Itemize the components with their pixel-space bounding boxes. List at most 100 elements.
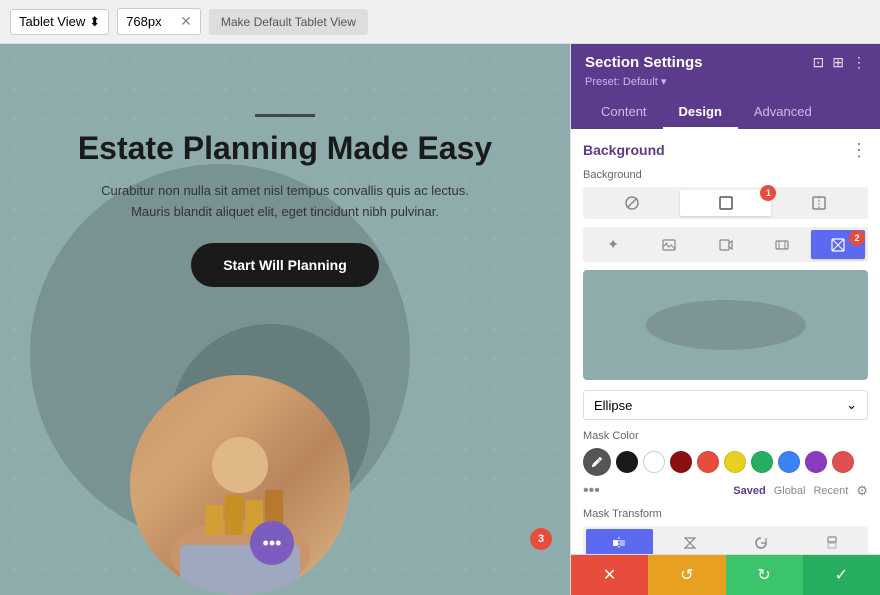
background-field-label: Background [583,169,868,181]
mask-preview [583,270,868,380]
shape-dropdown[interactable]: Ellipse ⌄ [583,390,868,420]
bg-type-pattern-button[interactable]: ✦ [586,230,640,259]
transform-buttons [583,526,868,554]
bg-btn-slideshow-wrapper [755,230,809,259]
view-selector[interactable]: Tablet View ⬍ [10,9,109,35]
main-area: Estate Planning Made Easy Curabitur non … [0,44,880,595]
dots-icon: ••• [263,533,282,554]
bg-btn-none-wrapper [586,190,678,216]
bg-type-video-button[interactable] [698,230,752,259]
shape-dropdown-label: Ellipse [594,398,632,413]
panel-footer: ✕ ↺ ↻ ✓ [571,554,880,595]
bg-type-image-button[interactable] [642,230,696,259]
color-swatch-green[interactable] [751,451,773,473]
gradient-icon [812,196,826,210]
reset-icon [754,536,768,550]
preview-ellipse [646,300,806,350]
transform-flip-h-button[interactable] [586,529,653,554]
background-section-title: Background [583,142,665,158]
color-tab-links: Saved Global Recent ⚙ [733,483,868,499]
bg-type-row-1: 1 [583,187,868,219]
close-px-button[interactable]: ✕ [180,13,192,30]
responsive-icon[interactable]: ⊡ [813,54,825,71]
bg-type-row-2: ✦ [583,227,868,262]
purple-dots-button[interactable]: ••• [250,521,294,565]
panel-tabs: Content Design Advanced [585,96,866,129]
video-icon [719,238,733,252]
flip-h-icon [612,536,626,550]
canvas-content: Estate Planning Made Easy Curabitur non … [40,114,530,287]
section-more-icon[interactable]: ⋮ [850,141,868,159]
color-tabs-row: ••• Saved Global Recent ⚙ [583,482,868,500]
color-swatches [583,448,868,476]
bg-btn-image-wrapper [642,230,696,259]
chevron-icon: ⬍ [89,14,100,30]
panel-title: Section Settings [585,54,703,71]
panel-body: Background ⋮ Background 1 [571,129,880,554]
hourglass-icon [683,536,697,550]
px-input[interactable] [126,14,176,29]
canvas-cta-button[interactable]: Start Will Planning [191,243,379,287]
badge-two: 2 [849,230,865,246]
more-icon[interactable]: ⋮ [852,54,866,71]
badge-three: 3 [530,528,552,550]
footer-reset-button[interactable]: ↺ [648,555,725,595]
bg-btn-color-wrapper: 1 [680,190,772,216]
panel-header: Section Settings ⊡ ⊞ ⋮ Preset: Default ▾… [571,44,880,129]
color-swatch-blue[interactable] [778,451,800,473]
footer-refresh-button[interactable]: ↻ [726,555,803,595]
tab-design[interactable]: Design [663,96,738,129]
undo-icon: ↺ [680,565,693,585]
color-swatch-darkred[interactable] [670,451,692,473]
color-swatch-red[interactable] [697,451,719,473]
color-tab-recent[interactable]: Recent [813,485,848,497]
canvas-subtitle: Curabitur non nulla sit amet nisl tempus… [95,181,475,223]
transform-flip-v-button[interactable] [798,529,865,554]
color-swatch-white[interactable] [643,451,665,473]
color-swatch-yellow[interactable] [724,451,746,473]
chevron-down-icon: ⌄ [846,397,857,413]
bg-btn-pattern-wrapper: ✦ [586,230,640,259]
bg-type-slideshow-button[interactable] [755,230,809,259]
eyedropper-button[interactable] [583,448,611,476]
more-colors-button[interactable]: ••• [583,482,600,500]
bg-btn-grad-wrapper [773,190,865,216]
mask-icon [831,238,845,252]
tab-content[interactable]: Content [585,96,663,129]
background-section-header: Background ⋮ [583,141,868,159]
decorative-line [255,114,315,117]
color-swatch-pinkred[interactable] [832,451,854,473]
transform-reset-button[interactable] [728,529,795,554]
color-tab-global[interactable]: Global [774,485,806,497]
flip-v-icon [825,536,839,550]
photo-placeholder [130,375,350,595]
columns-icon[interactable]: ⊞ [832,54,844,71]
panel-preset[interactable]: Preset: Default ▾ [585,75,866,88]
color-square-icon [719,196,733,210]
color-tab-saved[interactable]: Saved [733,485,765,497]
canvas-photo [130,375,350,595]
transform-rotate-button[interactable] [657,529,724,554]
bg-type-gradient-button[interactable] [773,190,865,216]
footer-check-button[interactable]: ✓ [803,555,880,595]
bg-btn-video-wrapper [698,230,752,259]
color-settings-icon[interactable]: ⚙ [856,483,868,499]
make-default-button[interactable]: Make Default Tablet View [209,9,368,35]
color-swatch-purple[interactable] [805,451,827,473]
bg-btn-mask-wrapper: 2 [811,230,865,259]
eyedropper-icon [590,455,604,469]
canvas-title: Estate Planning Made Easy [40,129,530,167]
mask-transform-label: Mask Transform [583,508,868,520]
panel-header-icons: ⊡ ⊞ ⋮ [813,54,866,71]
color-swatch-black[interactable] [616,451,638,473]
footer-cancel-button[interactable]: ✕ [571,555,648,595]
hands-illustration [150,435,330,595]
tab-advanced[interactable]: Advanced [738,96,828,129]
bg-type-none-button[interactable] [586,190,678,216]
bg-type-color-button[interactable] [680,190,772,216]
mask-color-label: Mask Color [583,430,868,442]
redo-icon: ↻ [757,565,770,585]
px-input-wrapper: ✕ [117,8,201,35]
cancel-icon: ✕ [603,565,616,585]
preset-label[interactable]: Preset: Default ▾ [585,76,666,88]
